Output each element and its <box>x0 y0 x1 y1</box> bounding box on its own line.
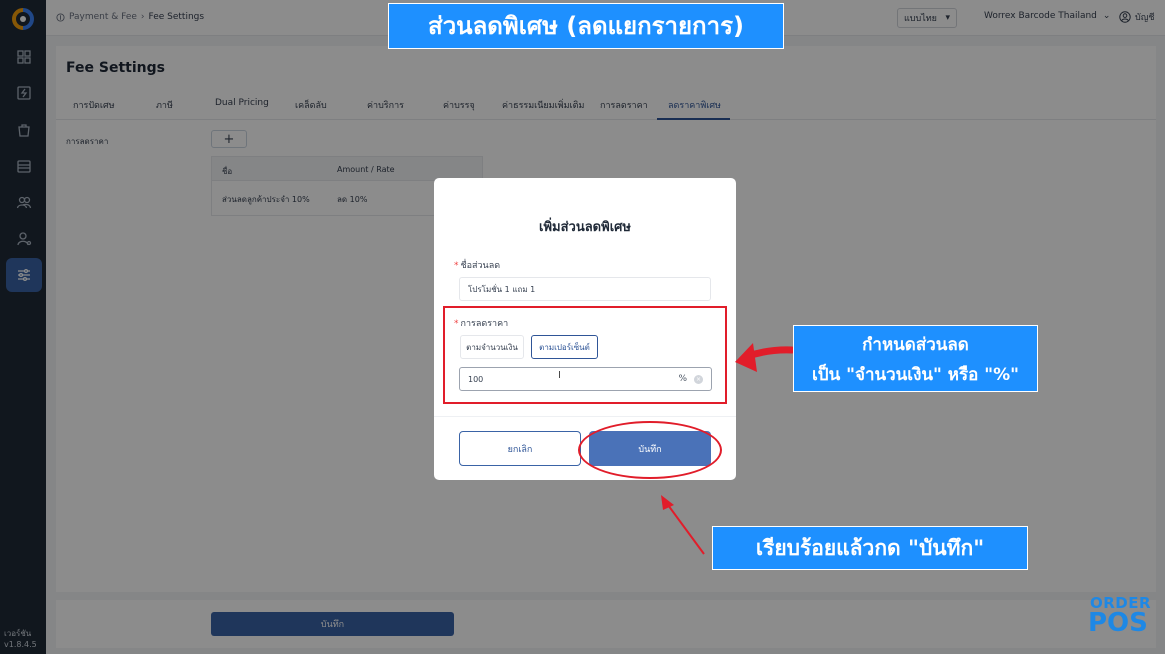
modal-title: เพิ่มส่วนลดพิเศษ <box>539 220 631 235</box>
save-instruction-callout: เรียบร้อยแล้วกด "บันทึก" <box>712 526 1028 570</box>
discount-type-label: * การลดราคา <box>454 316 508 330</box>
required-marker: * <box>454 261 459 271</box>
discount-type-callout: กำหนดส่วนลด เป็น "จำนวนเงิน" หรือ "%" <box>793 325 1038 392</box>
text-cursor-icon: I <box>558 370 561 381</box>
percent-unit: % <box>678 374 687 384</box>
cancel-button[interactable]: ยกเลิก <box>459 431 581 466</box>
discount-name-label: * ชื่อส่วนลด <box>454 258 500 272</box>
discount-name-label-text: ชื่อส่วนลด <box>460 261 501 271</box>
brand-bottom-text: POS <box>1088 608 1148 638</box>
type-percent-button[interactable]: ตามเปอร์เซ็นต์ <box>531 335 598 359</box>
save-button-highlight-ring <box>578 421 722 479</box>
callout-line-1: กำหนดส่วนลด <box>862 335 969 355</box>
discount-amount-input[interactable]: 100 % × <box>459 367 712 391</box>
tutorial-title-callout: ส่วนลดพิเศษ (ลดแยกรายการ) <box>388 3 784 49</box>
discount-name-input[interactable]: โปรโมชั่น 1 แถม 1 <box>459 277 711 301</box>
discount-name-value: โปรโมชั่น 1 แถม 1 <box>468 284 536 294</box>
modal-footer-divider <box>434 416 736 417</box>
clear-input-icon[interactable]: × <box>694 375 703 384</box>
required-marker: * <box>454 319 459 329</box>
orderpos-brand-logo: ORDER POS <box>1088 594 1152 640</box>
discount-amount-value: 100 <box>468 374 484 384</box>
callout-line-2: เป็น "จำนวนเงิน" หรือ "%" <box>811 365 1019 385</box>
type-amount-button[interactable]: ตามจำนวนเงิน <box>460 335 524 359</box>
discount-type-label-text: การลดราคา <box>460 319 509 329</box>
